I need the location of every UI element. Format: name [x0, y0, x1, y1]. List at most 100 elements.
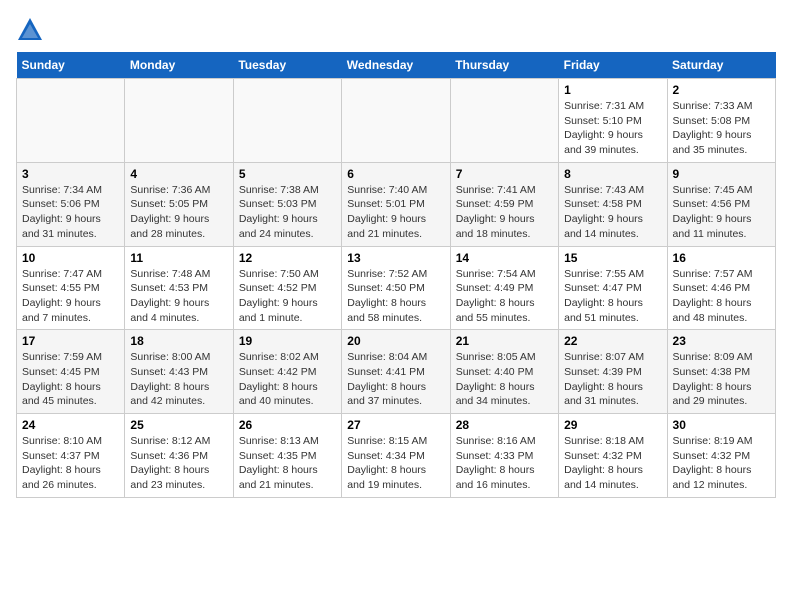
calendar-cell: 23Sunrise: 8:09 AM Sunset: 4:38 PM Dayli… — [667, 330, 775, 414]
calendar-cell — [342, 79, 450, 163]
logo — [16, 16, 48, 44]
day-number: 5 — [239, 167, 336, 181]
calendar-cell: 19 Sunrise: 8:02 AM Sunset: 4:42 PM Dayli… — [233, 330, 341, 414]
day-number: 16 — [673, 251, 770, 265]
calendar-cell: 2Sunrise: 7:33 AM Sunset: 5:08 PM Daylig… — [667, 79, 775, 163]
calendar-cell: 11Sunrise: 7:48 AM Sunset: 4:53 PM Dayli… — [125, 246, 233, 330]
day-number: 21 — [456, 334, 553, 348]
day-number: 30 — [673, 418, 770, 432]
day-number: 13 — [347, 251, 444, 265]
day-info: Sunrise: 7:54 AM Sunset: 4:49 PM Dayligh… — [456, 267, 553, 326]
day-number: 1 — [564, 83, 661, 97]
day-info: Sunrise: 7:48 AM Sunset: 4:53 PM Dayligh… — [130, 267, 227, 326]
day-info: Sunrise: 7:45 AM Sunset: 4:56 PM Dayligh… — [673, 183, 770, 242]
weekday-header-monday: Monday — [125, 52, 233, 79]
calendar-cell: 1 Sunrise: 7:31 AM Sunset: 5:10 PM Daylig… — [559, 79, 667, 163]
day-info: Sunrise: 8:09 AM Sunset: 4:38 PM Dayligh… — [673, 350, 770, 409]
calendar-cell: 14 Sunrise: 7:54 AM Sunset: 4:49 PM Dayli… — [450, 246, 558, 330]
calendar-cell — [233, 79, 341, 163]
calendar-cell: 4Sunrise: 7:36 AM Sunset: 5:05 PM Daylig… — [125, 162, 233, 246]
day-info: Sunrise: 8:18 AM Sunset: 4:32 PM Dayligh… — [564, 434, 661, 493]
weekday-header-tuesday: Tuesday — [233, 52, 341, 79]
day-info: Sunrise: 8:15 AM Sunset: 4:34 PM Dayligh… — [347, 434, 444, 493]
calendar-week-row: 10 Sunrise: 7:47 AM Sunset: 4:55 PM Dayli… — [17, 246, 776, 330]
day-info: Sunrise: 8:02 AM Sunset: 4:42 PM Dayligh… — [239, 350, 336, 409]
calendar-cell: 17 Sunrise: 7:59 AM Sunset: 4:45 PM Dayli… — [17, 330, 125, 414]
day-info: Sunrise: 7:38 AM Sunset: 5:03 PM Dayligh… — [239, 183, 336, 242]
day-number: 18 — [130, 334, 227, 348]
day-number: 24 — [22, 418, 119, 432]
day-number: 9 — [673, 167, 770, 181]
day-info: Sunrise: 7:57 AM Sunset: 4:46 PM Dayligh… — [673, 267, 770, 326]
day-info: Sunrise: 7:31 AM Sunset: 5:10 PM Dayligh… — [564, 99, 661, 158]
day-info: Sunrise: 7:55 AM Sunset: 4:47 PM Dayligh… — [564, 267, 661, 326]
calendar-cell — [450, 79, 558, 163]
day-info: Sunrise: 7:50 AM Sunset: 4:52 PM Dayligh… — [239, 267, 336, 326]
day-number: 14 — [456, 251, 553, 265]
day-info: Sunrise: 8:19 AM Sunset: 4:32 PM Dayligh… — [673, 434, 770, 493]
weekday-header-row: SundayMondayTuesdayWednesdayThursdayFrid… — [17, 52, 776, 79]
calendar-cell: 27 Sunrise: 8:15 AM Sunset: 4:34 PM Dayli… — [342, 414, 450, 498]
calendar-week-row: 3 Sunrise: 7:34 AM Sunset: 5:06 PM Daylig… — [17, 162, 776, 246]
calendar-cell: 3 Sunrise: 7:34 AM Sunset: 5:06 PM Daylig… — [17, 162, 125, 246]
logo-icon — [16, 16, 44, 44]
day-number: 3 — [22, 167, 119, 181]
day-number: 12 — [239, 251, 336, 265]
weekday-header-saturday: Saturday — [667, 52, 775, 79]
day-info: Sunrise: 8:07 AM Sunset: 4:39 PM Dayligh… — [564, 350, 661, 409]
day-info: Sunrise: 7:34 AM Sunset: 5:06 PM Dayligh… — [22, 183, 119, 242]
weekday-header-wednesday: Wednesday — [342, 52, 450, 79]
day-number: 17 — [22, 334, 119, 348]
calendar-cell: 13Sunrise: 7:52 AM Sunset: 4:50 PM Dayli… — [342, 246, 450, 330]
calendar-cell: 28 Sunrise: 8:16 AM Sunset: 4:33 PM Dayli… — [450, 414, 558, 498]
day-number: 19 — [239, 334, 336, 348]
day-info: Sunrise: 7:47 AM Sunset: 4:55 PM Dayligh… — [22, 267, 119, 326]
day-number: 10 — [22, 251, 119, 265]
calendar-table: SundayMondayTuesdayWednesdayThursdayFrid… — [16, 52, 776, 498]
calendar-week-row: 24 Sunrise: 8:10 AM Sunset: 4:37 PM Dayli… — [17, 414, 776, 498]
calendar-cell — [125, 79, 233, 163]
day-number: 25 — [130, 418, 227, 432]
day-info: Sunrise: 8:12 AM Sunset: 4:36 PM Dayligh… — [130, 434, 227, 493]
calendar-cell: 16 Sunrise: 7:57 AM Sunset: 4:46 PM Dayli… — [667, 246, 775, 330]
calendar-cell: 26Sunrise: 8:13 AM Sunset: 4:35 PM Dayli… — [233, 414, 341, 498]
day-info: Sunrise: 8:00 AM Sunset: 4:43 PM Dayligh… — [130, 350, 227, 409]
day-info: Sunrise: 8:10 AM Sunset: 4:37 PM Dayligh… — [22, 434, 119, 493]
day-number: 26 — [239, 418, 336, 432]
day-info: Sunrise: 8:05 AM Sunset: 4:40 PM Dayligh… — [456, 350, 553, 409]
day-info: Sunrise: 7:40 AM Sunset: 5:01 PM Dayligh… — [347, 183, 444, 242]
calendar-cell — [17, 79, 125, 163]
calendar-cell: 21 Sunrise: 8:05 AM Sunset: 4:40 PM Dayli… — [450, 330, 558, 414]
calendar-cell: 6Sunrise: 7:40 AM Sunset: 5:01 PM Daylig… — [342, 162, 450, 246]
day-info: Sunrise: 8:16 AM Sunset: 4:33 PM Dayligh… — [456, 434, 553, 493]
calendar-cell: 8 Sunrise: 7:43 AM Sunset: 4:58 PM Daylig… — [559, 162, 667, 246]
day-info: Sunrise: 8:04 AM Sunset: 4:41 PM Dayligh… — [347, 350, 444, 409]
calendar-cell: 18 Sunrise: 8:00 AM Sunset: 4:43 PM Dayli… — [125, 330, 233, 414]
weekday-header-sunday: Sunday — [17, 52, 125, 79]
day-number: 2 — [673, 83, 770, 97]
day-info: Sunrise: 7:36 AM Sunset: 5:05 PM Dayligh… — [130, 183, 227, 242]
day-info: Sunrise: 7:43 AM Sunset: 4:58 PM Dayligh… — [564, 183, 661, 242]
weekday-header-thursday: Thursday — [450, 52, 558, 79]
day-number: 8 — [564, 167, 661, 181]
calendar-cell: 25 Sunrise: 8:12 AM Sunset: 4:36 PM Dayli… — [125, 414, 233, 498]
calendar-week-row: 17 Sunrise: 7:59 AM Sunset: 4:45 PM Dayli… — [17, 330, 776, 414]
calendar-cell: 9 Sunrise: 7:45 AM Sunset: 4:56 PM Daylig… — [667, 162, 775, 246]
calendar-cell: 12 Sunrise: 7:50 AM Sunset: 4:52 PM Dayli… — [233, 246, 341, 330]
day-number: 20 — [347, 334, 444, 348]
calendar-week-row: 1 Sunrise: 7:31 AM Sunset: 5:10 PM Daylig… — [17, 79, 776, 163]
weekday-header-friday: Friday — [559, 52, 667, 79]
day-info: Sunrise: 7:59 AM Sunset: 4:45 PM Dayligh… — [22, 350, 119, 409]
day-number: 27 — [347, 418, 444, 432]
day-number: 7 — [456, 167, 553, 181]
day-number: 15 — [564, 251, 661, 265]
calendar-cell: 30 Sunrise: 8:19 AM Sunset: 4:32 PM Dayli… — [667, 414, 775, 498]
calendar-cell: 10 Sunrise: 7:47 AM Sunset: 4:55 PM Dayli… — [17, 246, 125, 330]
calendar-cell: 5 Sunrise: 7:38 AM Sunset: 5:03 PM Daylig… — [233, 162, 341, 246]
calendar-cell: 20 Sunrise: 8:04 AM Sunset: 4:41 PM Dayli… — [342, 330, 450, 414]
calendar-cell: 7Sunrise: 7:41 AM Sunset: 4:59 PM Daylig… — [450, 162, 558, 246]
day-number: 28 — [456, 418, 553, 432]
day-number: 29 — [564, 418, 661, 432]
calendar-cell: 29 Sunrise: 8:18 AM Sunset: 4:32 PM Dayli… — [559, 414, 667, 498]
calendar-cell: 15 Sunrise: 7:55 AM Sunset: 4:47 PM Dayli… — [559, 246, 667, 330]
